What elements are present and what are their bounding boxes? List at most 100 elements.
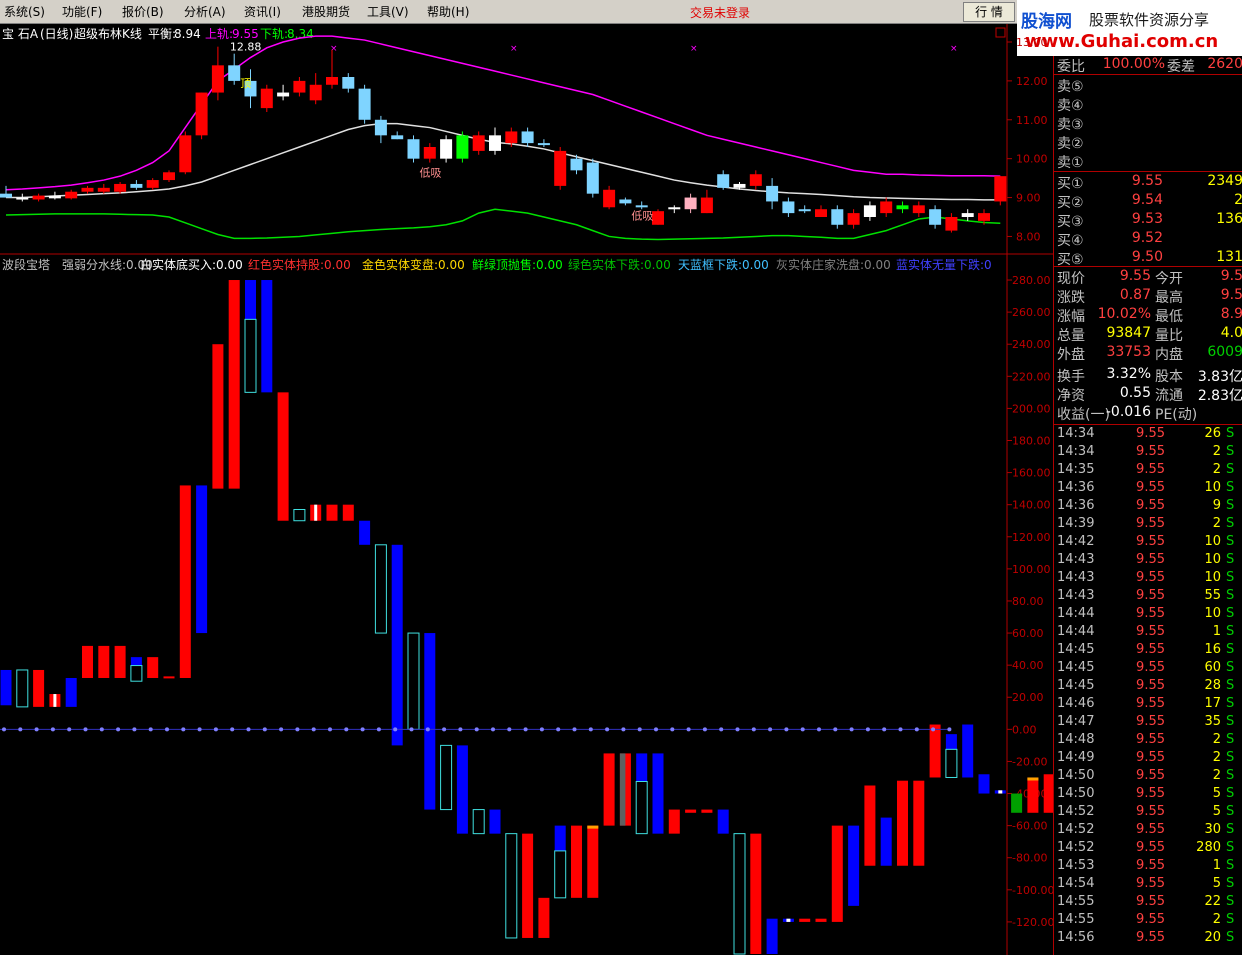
tower-bar [587,825,599,898]
main-chart-header: 宝 石A (日线) 超级布林K线 平衡: 8.94 上轨: 9.55 下轨: 8… [2,26,1006,41]
tower-bar [472,809,485,835]
tower-bar [668,809,680,834]
tick-volume: 28 [1204,678,1221,693]
sub-axis: 280.00 260.00 240.00 220.00 200.00 180.00 160.… [1007,274,1053,929]
candle-body [798,209,811,212]
menu-function[interactable]: 功能(F) [62,3,102,20]
login-status[interactable]: 交易未登录 [690,4,750,21]
tick-direction: S [1226,750,1235,765]
tower-bar [228,280,240,489]
candle-body [782,201,795,214]
zero-dot [914,727,919,732]
zero-dot [83,727,88,732]
tower-bar [786,918,791,922]
tower-bar [880,817,892,866]
zero-dot [800,727,805,732]
candle-body [342,77,355,89]
tick-volume: 5 [1212,786,1221,801]
tower-bar [635,780,648,835]
menu-news[interactable]: 资讯(I) [244,3,281,20]
level-volume: 131 [1216,249,1242,265]
tower-bar [147,657,159,678]
tick-time: 14:52 [1057,822,1095,837]
stat-label: 今开 [1155,271,1183,287]
tower-bar [65,677,77,707]
zero-dot [213,727,218,732]
tick-direction: S [1226,534,1235,549]
logo-url: www.Guhai.com.cn [1025,31,1219,52]
candle-body [652,211,664,225]
menu-quote[interactable]: 报价(B) [122,3,164,20]
tower-bar [82,645,93,678]
sub-tick-label: -100.00 [1012,884,1053,897]
order-ratio-value: 100.00% [1102,56,1165,72]
sub-chart-header: 波段宝塔 强弱分水线:0.00白实体底买入:0.00 红色实体持股:0.00 金色实体… [2,257,992,272]
tick-time: 14:36 [1057,498,1095,513]
quote-button[interactable]: 行 情 [963,2,1015,22]
tick-time: 14:50 [1057,786,1095,801]
stat-value: 9.5 [1220,287,1242,303]
sub-tick-label: 260.00 [1012,306,1051,319]
zero-dot [99,727,104,732]
zero-dot [588,727,593,732]
tower-bars [0,280,1053,955]
level-label: 买② [1057,195,1084,211]
tower-bar [619,753,626,826]
tick-time: 14:47 [1057,714,1095,729]
sub-tick-label: 180.00 [1012,434,1051,447]
indicator-legend-item: 白实体底买入:0.00 [140,257,243,272]
candle-body [32,195,45,200]
quote-panel: 委比 100.00% 委差 2620 卖⑤ 卖④ 卖③ 卖② 卖① 买① 9.5… [1053,56,1242,955]
candle-body [570,158,583,171]
level-label: 买① [1057,176,1084,192]
candle-body [81,187,94,192]
menu-tools[interactable]: 工具(V) [367,3,409,20]
stat-value: 0.55 [1119,385,1151,401]
stat-label: 股本 [1155,369,1183,385]
tower-bar [864,785,876,866]
tower-bar [799,918,811,922]
stat-label: 总量 [1057,328,1085,344]
level-price: 9.55 [1131,173,1163,189]
candle-body [912,205,925,214]
zero-dot [572,727,577,732]
stat-value: 93847 [1106,325,1151,341]
menu-hk-futures[interactable]: 港股期货 [302,3,350,20]
divider [1054,171,1242,172]
tower-bar [978,774,990,794]
tower-bar [277,392,289,521]
zero-dot [865,727,870,732]
chart-annotations: 12.88顶低吸低吸 [230,41,654,223]
tower-bar [733,833,746,955]
tick-time: 14:56 [1057,930,1095,945]
order-diff-value: 2620 [1207,56,1242,72]
candle-body [961,213,974,217]
zero-dot [458,727,463,732]
tower-bar [505,833,518,939]
candle-body [326,77,338,85]
tower-bar [831,825,843,922]
tick-volume: 10 [1204,570,1221,585]
tower-bar [848,825,860,906]
zero-dot [360,727,365,732]
tick-direction: S [1226,714,1235,729]
lower-band-label: 下轨: [260,27,288,41]
tower-bar [212,344,224,489]
menu-system[interactable]: 系统(S) [4,3,45,20]
chart-area[interactable]: 宝 石A (日线) 超级布林K线 平衡: 8.94 上轨: 9.55 下轨: 8… [0,24,1053,955]
period-label: (日线) [40,27,73,41]
sub-tick-label: 220.00 [1012,370,1051,383]
chart-maximize-icon[interactable] [995,27,1006,38]
tick-time: 14:55 [1057,912,1095,927]
divider [1054,74,1242,75]
menu-analysis[interactable]: 分析(A) [184,3,226,20]
candle-body [815,209,827,217]
stat-value: 10.02% [1097,306,1151,322]
tower-bar [538,897,550,938]
candle-body [163,172,175,181]
stat-label: 最高 [1155,290,1183,306]
menu-help[interactable]: 帮助(H) [427,3,469,20]
zero-dot [719,727,724,732]
tower-bar [1043,774,1053,813]
candle-body [228,65,241,81]
